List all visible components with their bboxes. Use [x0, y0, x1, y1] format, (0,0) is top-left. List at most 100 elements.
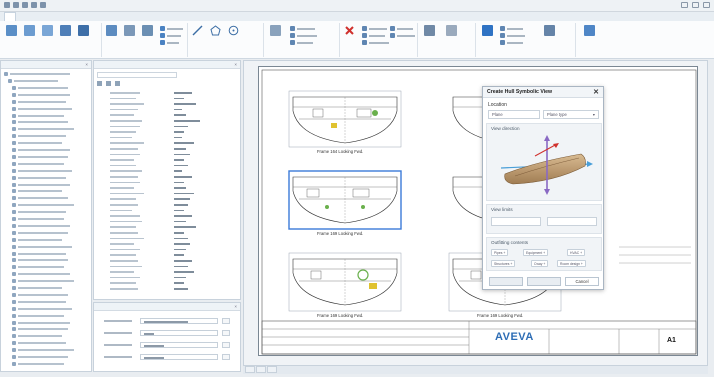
chip-structures[interactable]: Structures +	[491, 260, 516, 267]
tree-item[interactable]	[1, 133, 91, 139]
limit-min-field[interactable]	[491, 217, 541, 226]
property-row[interactable]	[110, 225, 238, 229]
property-row[interactable]	[110, 108, 238, 112]
chip-equipment[interactable]: Equipment +	[523, 249, 549, 256]
tree-item[interactable]	[1, 299, 91, 305]
small-command[interactable]	[390, 33, 415, 38]
tree-item[interactable]	[1, 181, 91, 187]
tree-item[interactable]	[1, 140, 91, 146]
property-row[interactable]	[110, 158, 238, 162]
tree-item[interactable]	[1, 313, 91, 319]
undo-icon[interactable]	[22, 2, 28, 8]
small-command[interactable]	[290, 40, 313, 45]
open-button[interactable]	[6, 25, 17, 37]
filter-icon[interactable]	[106, 81, 111, 86]
dropdown-button[interactable]	[222, 330, 230, 336]
tree-item[interactable]	[1, 202, 91, 208]
property-row[interactable]	[110, 153, 238, 157]
property-row[interactable]	[110, 175, 238, 179]
tree-item[interactable]	[1, 92, 91, 98]
layers-button[interactable]	[78, 25, 89, 37]
tree-item[interactable]	[1, 147, 91, 153]
property-row[interactable]	[110, 97, 238, 101]
tree-item[interactable]	[1, 326, 91, 332]
ribbon-tab[interactable]	[30, 12, 40, 21]
dimension-button[interactable]	[270, 25, 281, 37]
sheet-tab[interactable]	[256, 366, 266, 373]
small-command[interactable]	[362, 26, 387, 31]
property-row[interactable]	[110, 141, 238, 145]
export-button[interactable]	[124, 25, 135, 37]
maximize-button[interactable]	[692, 2, 699, 8]
small-command[interactable]	[390, 26, 413, 31]
tree-item[interactable]	[1, 78, 91, 84]
ribbon-tab[interactable]	[102, 12, 112, 21]
small-command[interactable]	[160, 26, 183, 31]
tree-item[interactable]	[1, 175, 91, 181]
settings-field[interactable]	[140, 318, 218, 324]
layout-button[interactable]	[142, 25, 153, 37]
tree-item[interactable]	[1, 244, 91, 250]
small-command[interactable]	[160, 33, 181, 38]
tree-item[interactable]	[1, 126, 91, 132]
settings-field[interactable]	[140, 354, 218, 360]
close-icon[interactable]: ✕	[593, 87, 599, 98]
small-command[interactable]	[290, 26, 315, 31]
tree-item[interactable]	[1, 223, 91, 229]
tree-item[interactable]	[1, 319, 91, 325]
property-row[interactable]	[110, 130, 238, 134]
tree-item[interactable]	[1, 71, 91, 77]
tree-item[interactable]	[1, 161, 91, 167]
close-icon[interactable]: ×	[234, 303, 237, 311]
property-row[interactable]	[110, 186, 238, 190]
circle-button[interactable]	[228, 25, 239, 37]
ribbon-tab[interactable]	[42, 12, 52, 21]
chip-hvac[interactable]: HVAC +	[567, 249, 586, 256]
ribbon-tab[interactable]	[54, 12, 64, 21]
property-row[interactable]	[110, 214, 238, 218]
line-button[interactable]	[192, 25, 203, 37]
save-button[interactable]	[24, 25, 35, 37]
property-row[interactable]	[110, 287, 238, 291]
tree-item[interactable]	[1, 285, 91, 291]
tree-item[interactable]	[1, 112, 91, 118]
property-row[interactable]	[110, 102, 238, 106]
tree-item[interactable]	[1, 106, 91, 112]
small-command[interactable]	[500, 26, 523, 31]
tree-item[interactable]	[1, 361, 91, 367]
property-row[interactable]	[110, 147, 238, 151]
property-row[interactable]	[110, 259, 238, 263]
properties-search-input[interactable]	[97, 72, 177, 78]
ribbon-tab[interactable]	[66, 12, 76, 21]
plane-field[interactable]: Plane	[488, 110, 540, 119]
tree-item[interactable]	[1, 230, 91, 236]
tree-item[interactable]	[1, 306, 91, 312]
redo-icon[interactable]	[31, 2, 37, 8]
property-row[interactable]	[110, 181, 238, 185]
small-command[interactable]	[160, 40, 179, 45]
close-icon[interactable]: ×	[85, 61, 88, 69]
delete-button[interactable]	[344, 25, 355, 37]
drawing-sheet[interactable]: Frame 164 Looking Fwd. Frame 169 Looking…	[258, 66, 698, 356]
property-row[interactable]	[110, 231, 238, 235]
close-button[interactable]	[703, 2, 710, 8]
property-row[interactable]	[110, 113, 238, 117]
tree-item[interactable]	[1, 340, 91, 346]
tree-item[interactable]	[1, 271, 91, 277]
annotate-button[interactable]	[424, 25, 435, 37]
ship-orientation-preview[interactable]	[495, 134, 595, 198]
plane-type-dropdown[interactable]: Plane type ▾	[543, 110, 599, 119]
save-icon[interactable]	[13, 2, 19, 8]
property-row[interactable]	[110, 119, 238, 123]
close-icon[interactable]: ×	[234, 61, 237, 69]
property-row[interactable]	[110, 136, 238, 140]
tree-item[interactable]	[1, 195, 91, 201]
settings-field[interactable]	[140, 330, 218, 336]
tree-item[interactable]	[1, 168, 91, 174]
property-row[interactable]	[110, 203, 238, 207]
read-button[interactable]	[60, 25, 71, 37]
small-command[interactable]	[362, 33, 385, 38]
property-row[interactable]	[110, 242, 238, 246]
preview-button[interactable]	[489, 277, 523, 286]
tree-item[interactable]	[1, 354, 91, 360]
